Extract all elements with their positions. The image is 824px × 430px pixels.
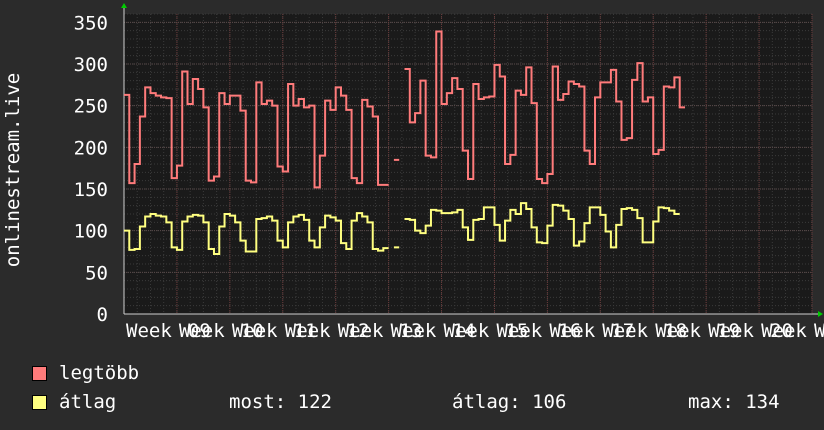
stat-atlag: átlag: 106	[452, 391, 567, 413]
stat-most: most: 122	[229, 391, 332, 413]
y-tick-label: 0	[97, 304, 108, 326]
legend-swatch-atlag	[32, 394, 47, 410]
y-axis-label: onlinestream.live	[2, 73, 24, 267]
x-tick-label: 14	[453, 320, 476, 342]
legend-swatch-legtobb	[32, 365, 47, 381]
x-tick-label: 20	[770, 320, 793, 342]
y-tick-label: 100	[74, 221, 108, 243]
x-tick-label: 10	[241, 320, 264, 342]
legend-item-legtobb: legtöbb	[32, 362, 139, 384]
x-tick-label: 17	[611, 320, 634, 342]
y-tick-label: 200	[74, 137, 108, 159]
x-tick-label: 11	[294, 320, 317, 342]
x-tick-label: 15	[505, 320, 528, 342]
x-tick-label: 19	[717, 320, 740, 342]
x-tick-label: Week	[126, 320, 172, 342]
x-axis-arrow	[818, 311, 823, 317]
plot-svg: 0 50 100 150 200 250 300 350 onlinestream.live We…	[2, 3, 824, 342]
x-tick-label: 16	[558, 320, 581, 342]
x-tick-label: 09	[188, 320, 211, 342]
y-tick-label: 350	[74, 12, 108, 34]
stat-max: max: 134	[688, 391, 780, 413]
y-axis-arrow	[121, 3, 127, 8]
legend-item-atlag: átlag	[32, 391, 116, 413]
y-tick-label: 250	[74, 96, 108, 118]
x-tick-label: 12	[347, 320, 370, 342]
legend-label-legtobb: legtöbb	[59, 362, 140, 384]
y-tick-label: 300	[74, 54, 108, 76]
x-tick-label: 18	[664, 320, 687, 342]
x-tick-label: 13	[400, 320, 423, 342]
y-tick-label: 150	[74, 179, 108, 201]
chart: 0 50 100 150 200 250 300 350 onlinestream.live We…	[0, 0, 824, 430]
legend-label-atlag: átlag	[59, 391, 117, 413]
y-tick-label: 50	[85, 262, 108, 284]
